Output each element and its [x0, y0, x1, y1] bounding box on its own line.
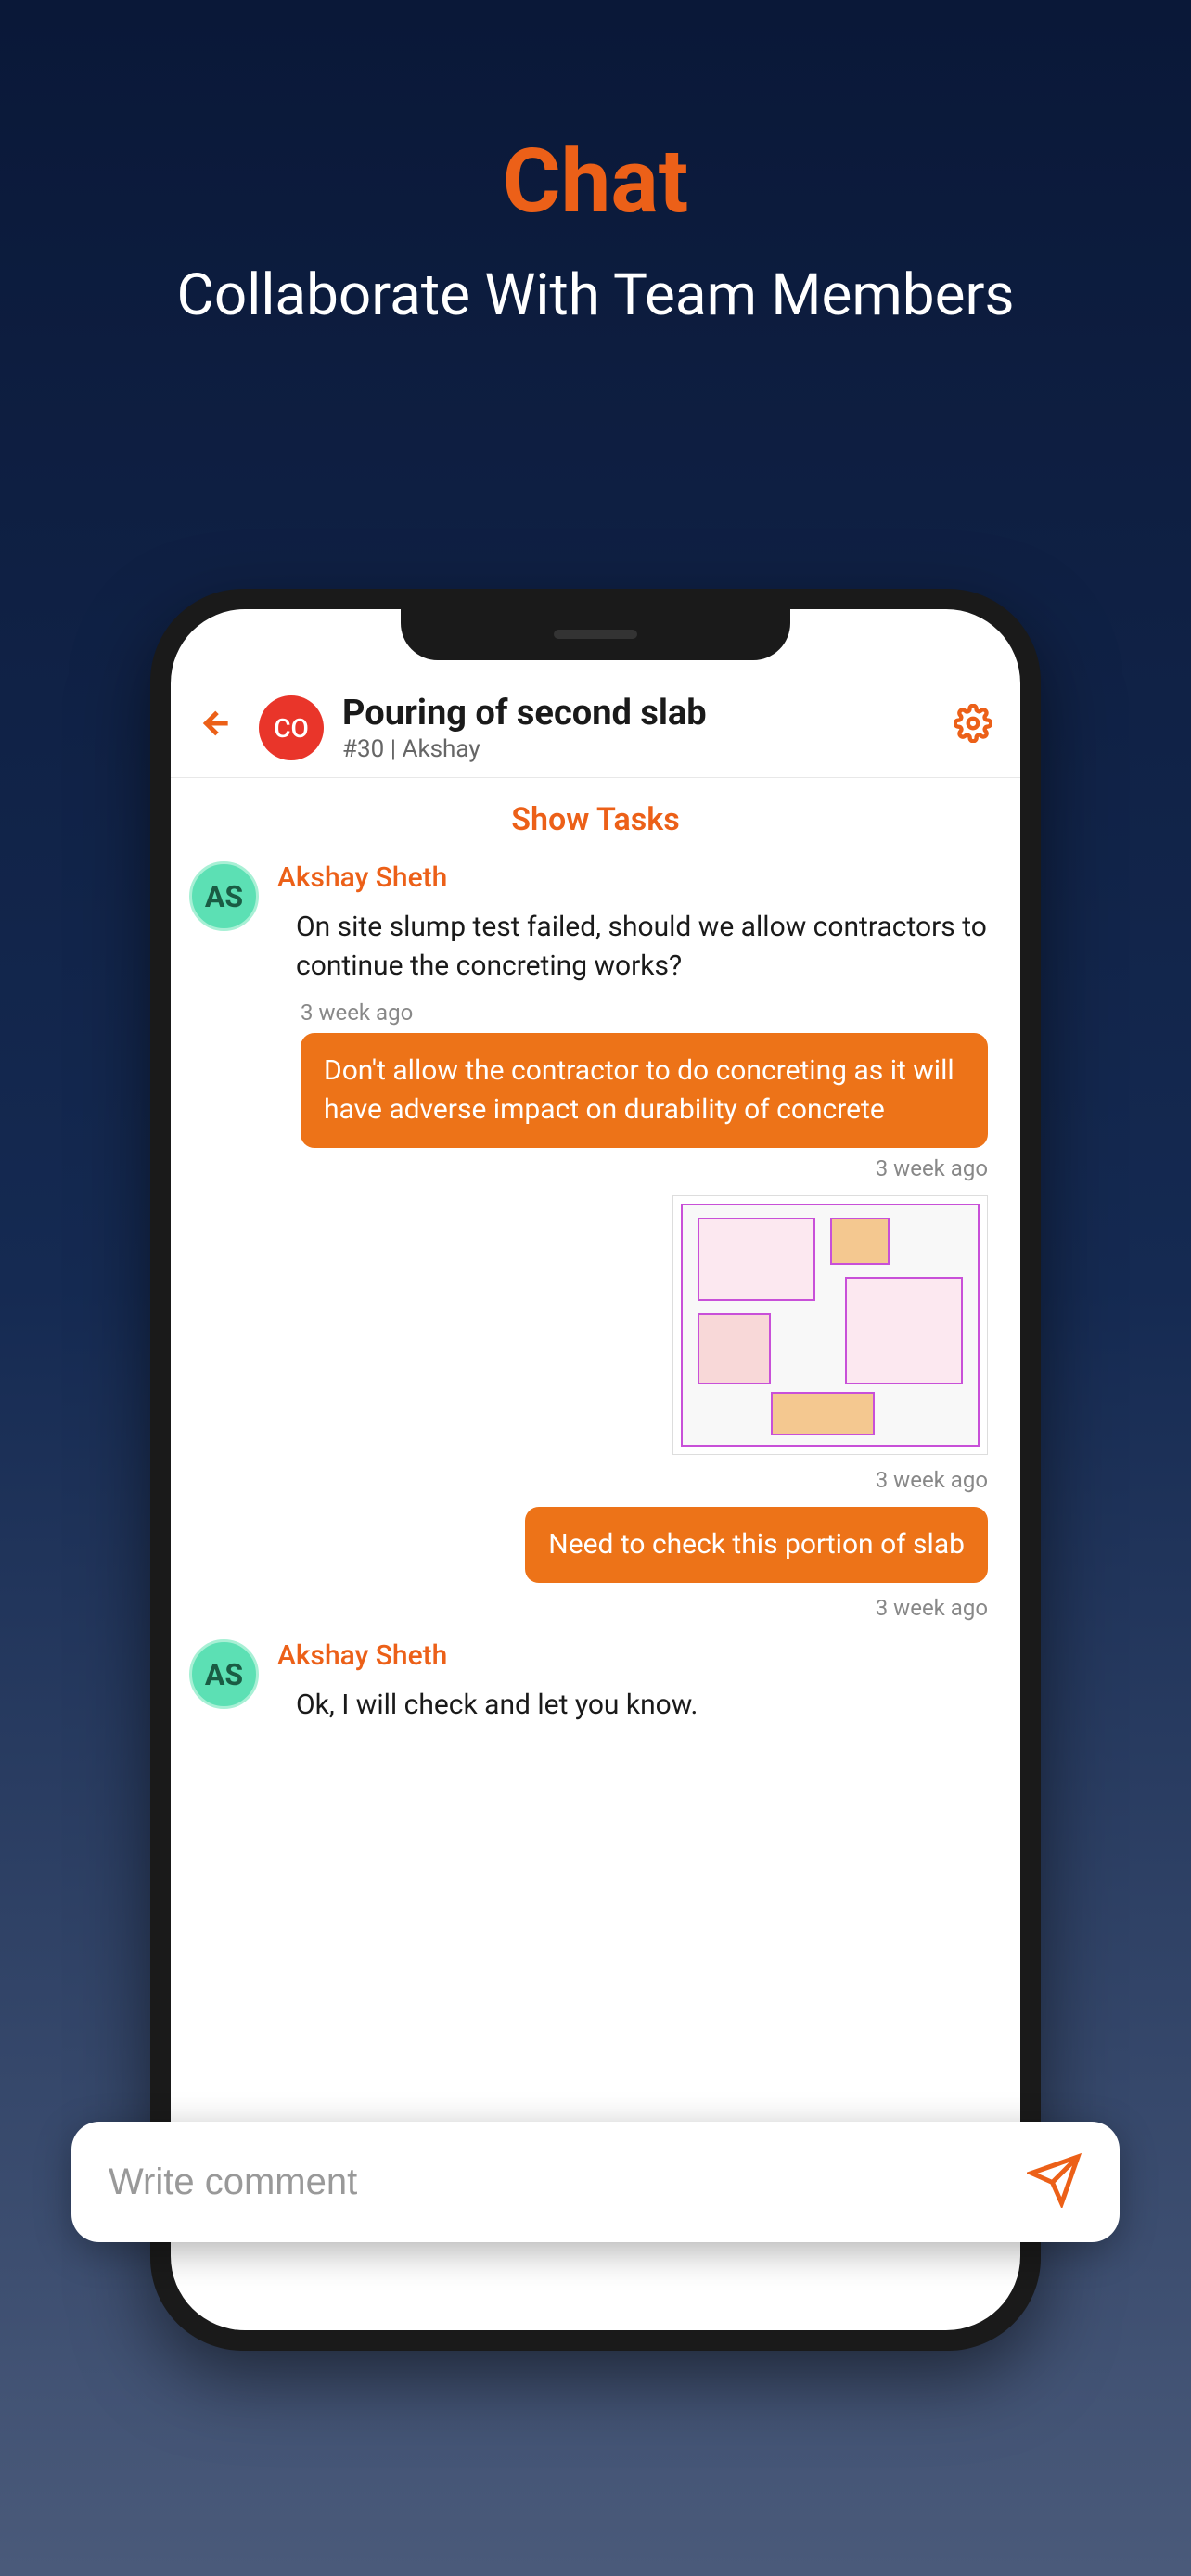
sender-avatar: AS: [189, 1639, 259, 1709]
phone-frame: CO Pouring of second slab #30 | Akshay S…: [150, 589, 1041, 2351]
phone-notch: [401, 609, 790, 660]
chat-subtitle: #30 | Akshay: [342, 735, 954, 763]
message-text: On site slump test failed, should we all…: [277, 908, 1002, 986]
message-timestamp: 3 week ago: [189, 1155, 1002, 1181]
comment-input-bar: [71, 2122, 1120, 2242]
show-tasks-button[interactable]: Show Tasks: [171, 778, 1020, 861]
sender-avatar: AS: [189, 861, 259, 931]
sender-name: Akshay Sheth: [277, 861, 1002, 894]
message-image-attachment[interactable]: [672, 1195, 988, 1455]
marketing-subtitle: Collaborate With Team Members: [177, 261, 1015, 329]
message-timestamp: 3 week ago: [189, 1595, 1002, 1621]
message-timestamp: 3 week ago: [301, 1000, 1002, 1026]
message-received: AS Akshay Sheth On site slump test faile…: [189, 861, 1002, 986]
chat-avatar: CO: [259, 695, 324, 760]
settings-gear-icon[interactable]: [954, 704, 992, 753]
chat-header: CO Pouring of second slab #30 | Akshay: [171, 679, 1020, 778]
message-text: Ok, I will check and let you know.: [277, 1686, 1002, 1725]
header-text: Pouring of second slab #30 | Akshay: [342, 693, 954, 763]
sender-name: Akshay Sheth: [277, 1639, 1002, 1672]
message-timestamp: 3 week ago: [189, 1467, 1002, 1493]
marketing-title: Chat: [503, 130, 688, 234]
message-content: Akshay Sheth Ok, I will check and let yo…: [277, 1639, 1002, 1725]
back-arrow-icon[interactable]: [198, 705, 236, 752]
message-sent-bubble: Need to check this portion of slab: [525, 1507, 988, 1583]
messages-container[interactable]: AS Akshay Sheth On site slump test faile…: [171, 861, 1020, 2330]
chat-title: Pouring of second slab: [342, 693, 954, 733]
app-content: CO Pouring of second slab #30 | Akshay S…: [171, 609, 1020, 2330]
message-received: AS Akshay Sheth Ok, I will check and let…: [189, 1639, 1002, 1725]
message-content: Akshay Sheth On site slump test failed, …: [277, 861, 1002, 986]
message-sent-bubble: Don't allow the contractor to do concret…: [301, 1033, 988, 1148]
send-icon[interactable]: [1027, 2152, 1082, 2212]
phone-screen: CO Pouring of second slab #30 | Akshay S…: [171, 609, 1020, 2330]
comment-input[interactable]: [109, 2162, 1027, 2203]
floorplan-icon: [681, 1204, 980, 1447]
